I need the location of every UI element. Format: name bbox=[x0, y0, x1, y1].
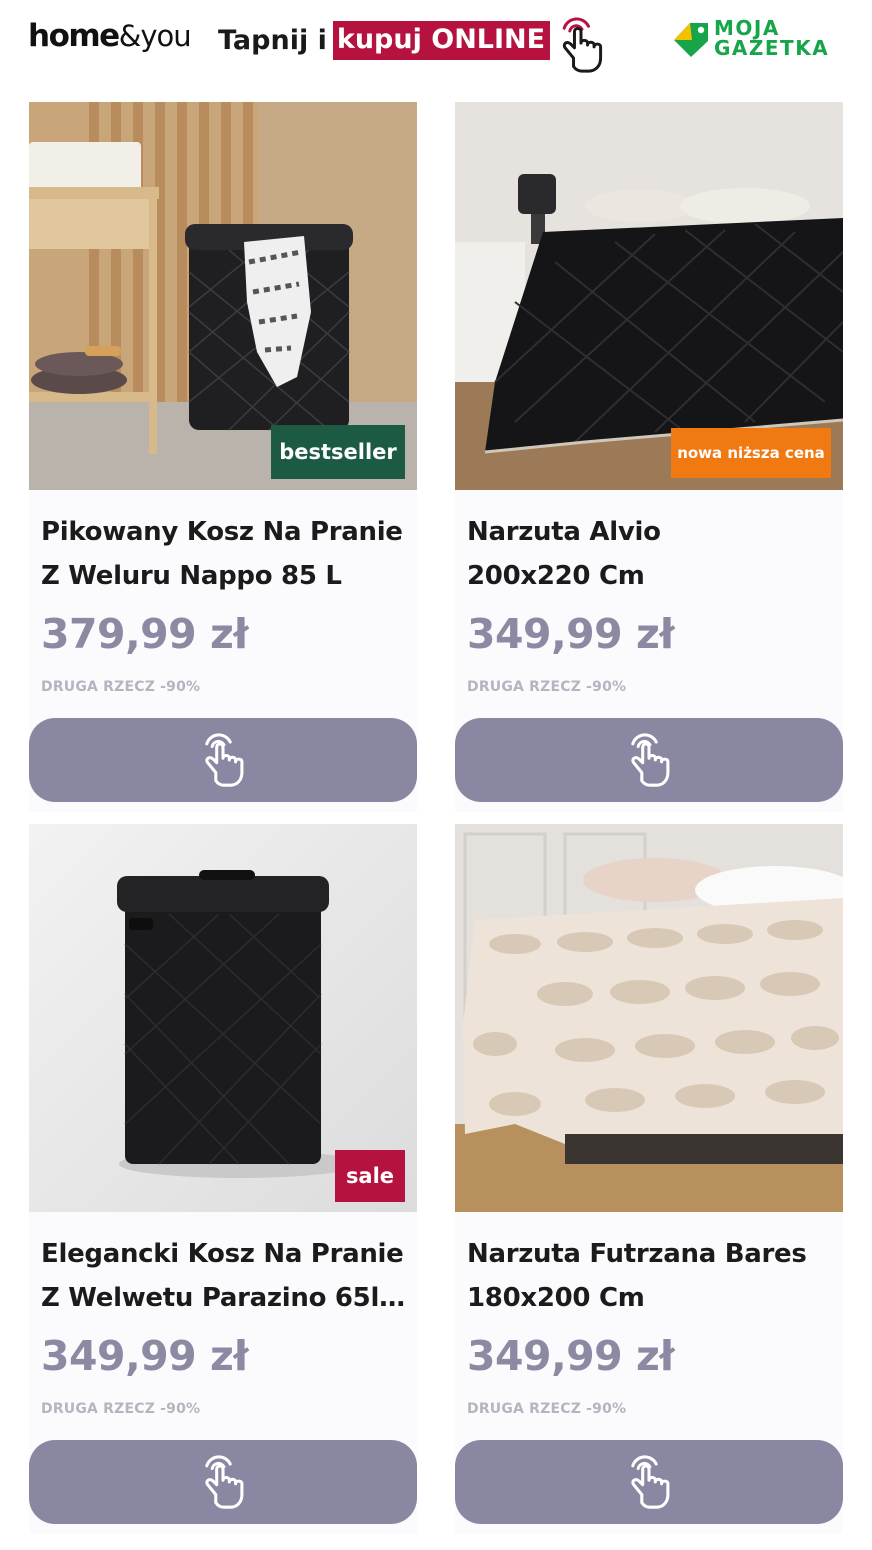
bestseller-badge: bestseller bbox=[271, 425, 405, 479]
product-title[interactable]: Narzuta Alvio 200x220 Cm bbox=[467, 510, 837, 598]
price-tag-icon bbox=[674, 23, 708, 57]
product-price: 379,99 zł bbox=[41, 610, 249, 658]
brand-you-text: &you bbox=[118, 19, 192, 53]
product-info: Narzuta Alvio 200x220 Cm 349,99 zł DRUGA… bbox=[455, 490, 843, 812]
tagline-highlight: kupuj ONLINE bbox=[332, 20, 551, 60]
promo-label: DRUGA RZECZ -90% bbox=[41, 679, 201, 695]
moja-gazetka-logo[interactable]: MOJA GAZETKA bbox=[672, 18, 848, 62]
product-price: 349,99 zł bbox=[467, 1332, 675, 1380]
product-title-line2: Z Welwetu Parazino 65l ... bbox=[41, 1283, 411, 1313]
promo-label: DRUGA RZECZ -90% bbox=[467, 679, 627, 695]
moja-gazetka-line2: GAZETKA bbox=[714, 36, 830, 60]
product-price: 349,99 zł bbox=[467, 610, 675, 658]
brand-home-text: home bbox=[28, 18, 120, 54]
product-title-line2: 180x200 Cm bbox=[467, 1283, 645, 1313]
product-info: Narzuta Futrzana Bares 180x200 Cm 349,99… bbox=[455, 1212, 843, 1534]
product-title-line2: 200x220 Cm bbox=[467, 561, 645, 591]
tagline-plain: Tapnij i bbox=[218, 24, 327, 56]
product-title[interactable]: Elegancki Kosz Na Pranie Z Welwetu Paraz… bbox=[41, 1232, 411, 1320]
buy-online-button[interactable] bbox=[455, 1440, 843, 1524]
product-title[interactable]: Narzuta Futrzana Bares 180x200 Cm bbox=[467, 1232, 837, 1320]
product-image[interactable]: bestseller bbox=[29, 102, 417, 490]
product-image[interactable] bbox=[455, 824, 843, 1212]
tap-hand-icon bbox=[196, 731, 250, 789]
product-info: Elegancki Kosz Na Pranie Z Welwetu Paraz… bbox=[29, 1212, 417, 1534]
promo-label: DRUGA RZECZ -90% bbox=[467, 1401, 627, 1417]
sale-badge: sale bbox=[335, 1150, 405, 1202]
buy-online-button[interactable] bbox=[29, 1440, 417, 1524]
moja-gazetka-text: MOJA GAZETKA bbox=[714, 18, 829, 58]
tap-hand-icon[interactable] bbox=[553, 12, 609, 78]
product-info: Pikowany Kosz Na Pranie Z Weluru Nappo 8… bbox=[29, 490, 417, 812]
product-image[interactable]: sale bbox=[29, 824, 417, 1212]
buy-online-button[interactable] bbox=[29, 718, 417, 802]
tagline[interactable]: Tapnij i kupuj ONLINE bbox=[218, 20, 551, 60]
product-image[interactable]: nowa niższa cena bbox=[455, 102, 843, 490]
product-title-line2: Z Weluru Nappo 85 L bbox=[41, 561, 342, 591]
home-and-you-logo[interactable]: home &you bbox=[28, 18, 192, 58]
tap-hand-icon bbox=[196, 1453, 250, 1511]
product-title-line1: Elegancki Kosz Na Pranie bbox=[41, 1239, 404, 1269]
tap-hand-icon bbox=[622, 1453, 676, 1511]
moja-gazetka-line1: MOJA bbox=[714, 16, 780, 40]
product-title-line1: Narzuta Futrzana Bares bbox=[467, 1239, 807, 1269]
lower-price-badge: nowa niższa cena bbox=[671, 428, 831, 478]
product-title-line1: Pikowany Kosz Na Pranie bbox=[41, 517, 403, 547]
product-title[interactable]: Pikowany Kosz Na Pranie Z Weluru Nappo 8… bbox=[41, 510, 411, 598]
product-price: 349,99 zł bbox=[41, 1332, 249, 1380]
buy-online-button[interactable] bbox=[455, 718, 843, 802]
product-title-line1: Narzuta Alvio bbox=[467, 517, 661, 547]
promo-label: DRUGA RZECZ -90% bbox=[41, 1401, 201, 1417]
header: home &you Tapnij i kupuj ONLINE MOJA GAZ… bbox=[0, 0, 872, 92]
tap-hand-icon bbox=[622, 731, 676, 789]
